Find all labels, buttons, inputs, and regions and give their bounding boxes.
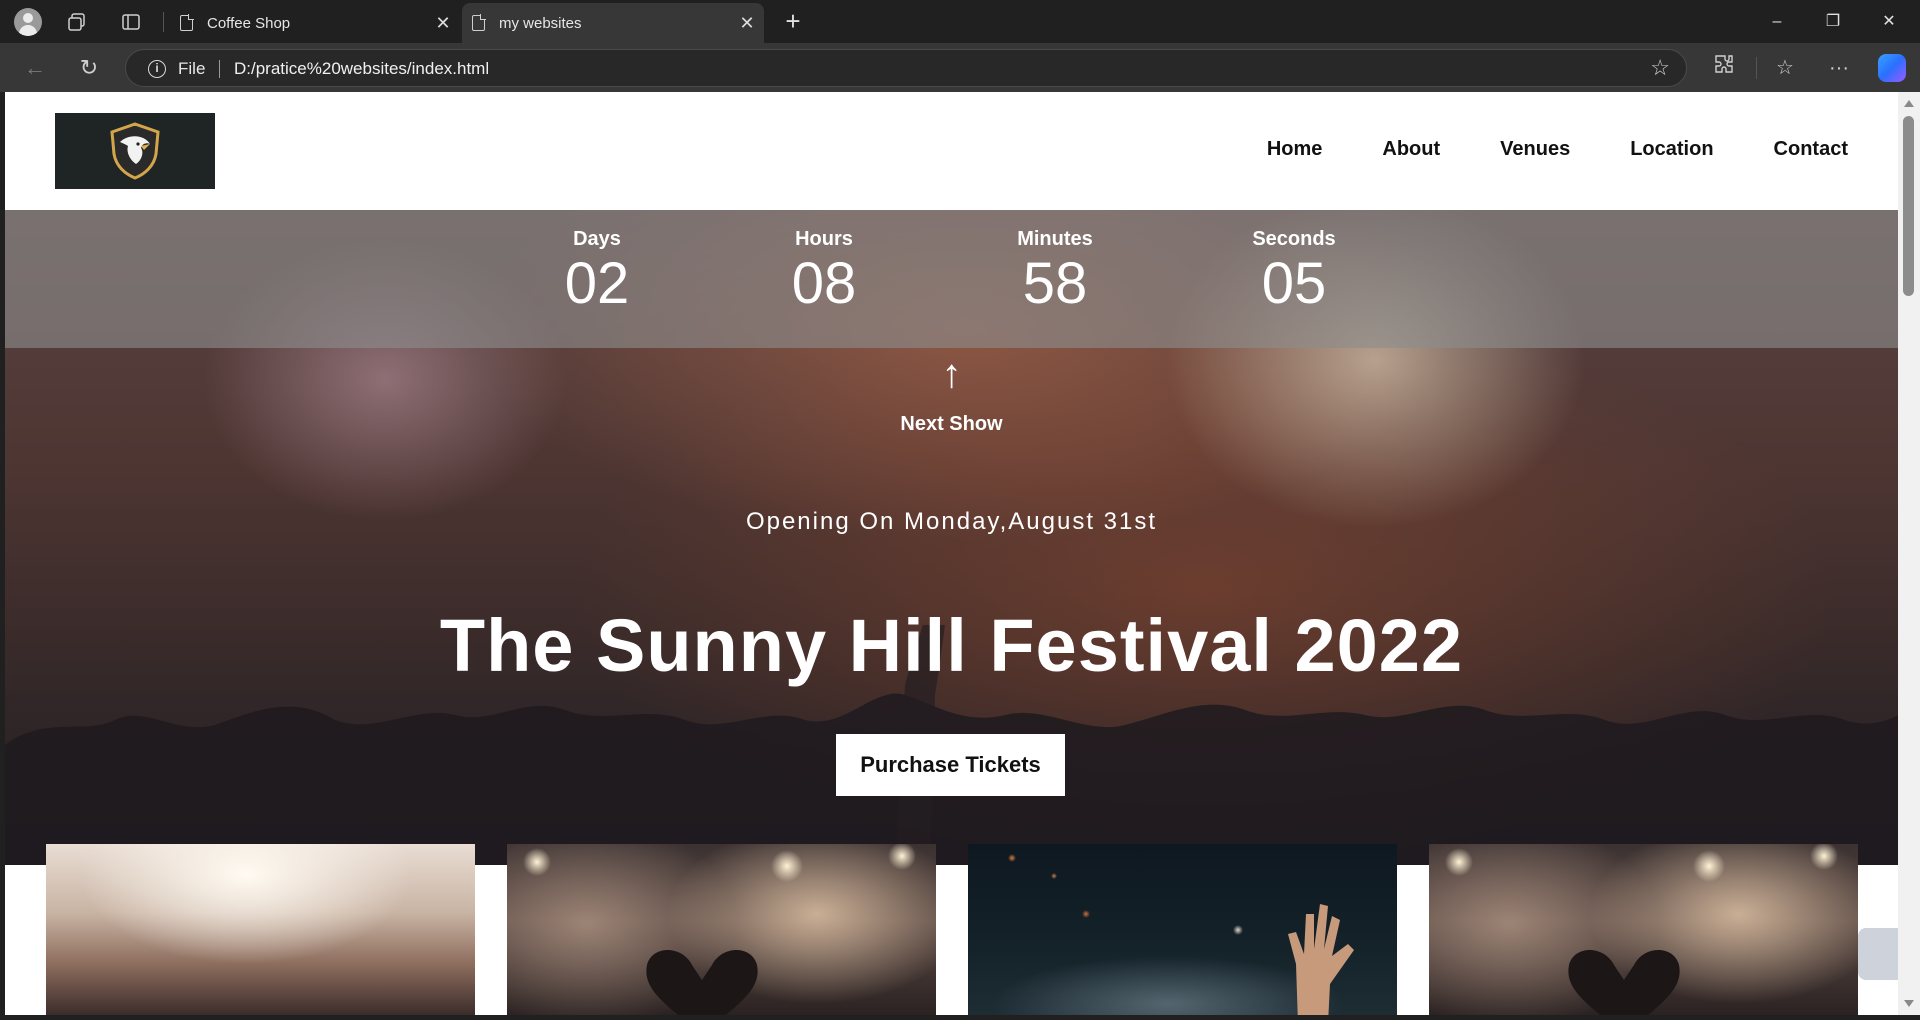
eagle-shield-icon (110, 122, 160, 180)
back-arrow-icon[interactable]: ← (20, 53, 50, 83)
heart-hands-silhouette (646, 950, 758, 1015)
tab-close-icon[interactable]: ✕ (432, 13, 454, 34)
gallery-image-raised-hand[interactable] (968, 844, 1397, 1015)
info-icon[interactable]: i (148, 60, 166, 78)
workspaces-icon[interactable] (64, 9, 90, 35)
heart-hands-silhouette (1568, 950, 1680, 1015)
main-nav: Home About Venues Location Contact (1207, 138, 1848, 161)
url-text[interactable]: D:/pratice%20websites/index.html (234, 59, 489, 79)
refresh-icon[interactable]: ↻ (74, 53, 104, 83)
tab-coffee-shop[interactable]: Coffee Shop ✕ (170, 3, 460, 43)
countdown-value: 02 (564, 251, 630, 316)
hero-title: The Sunny Hill Festival 2022 (439, 604, 1464, 687)
countdown-value: 08 (791, 251, 857, 316)
nav-contact[interactable]: Contact (1774, 138, 1848, 161)
profile-avatar[interactable] (14, 8, 42, 36)
nav-venues[interactable]: Venues (1500, 138, 1570, 161)
countdown-bar: Days 02 Hours 08 Minutes 58 Seconds 05 (5, 210, 1898, 348)
countdown-label: Hours (795, 228, 853, 250)
raised-hand-silhouette (1288, 904, 1354, 1015)
scroll-up-arrow-icon[interactable] (1904, 100, 1914, 107)
nav-home[interactable]: Home (1267, 138, 1323, 161)
countdown-value: 58 (1022, 251, 1088, 316)
page-scrollbar[interactable] (1898, 92, 1920, 1015)
minimize-icon[interactable]: – (1762, 8, 1792, 36)
address-bar[interactable]: i File D:/pratice%20websites/index.html … (125, 49, 1687, 87)
up-arrow-icon: ↑ (941, 352, 962, 396)
scroll-down-arrow-icon[interactable] (1904, 1000, 1914, 1007)
countdown-minutes: Minutes 58 (955, 228, 1155, 315)
site-header: Home About Venues Location Contact (5, 92, 1898, 210)
purchase-tickets-button[interactable]: Purchase Tickets (836, 734, 1065, 796)
restore-icon[interactable]: ❐ (1818, 8, 1848, 36)
nav-location[interactable]: Location (1630, 138, 1713, 161)
tab-actions-icon[interactable] (118, 9, 144, 35)
scheme-label: File (178, 59, 206, 78)
toolbar-divider (1756, 57, 1757, 79)
countdown-label: Days (573, 228, 621, 250)
browser-toolbar: ← ↻ i File D:/pratice%20websites/index.h… (0, 43, 1920, 92)
copilot-icon[interactable] (1878, 54, 1906, 82)
window-close-icon[interactable]: ✕ (1874, 8, 1904, 36)
gallery-image-stage-lights[interactable] (46, 844, 475, 1015)
countdown-hours: Hours 08 (724, 228, 924, 315)
next-show-label: Next Show (900, 413, 1003, 435)
page-icon (472, 14, 486, 31)
more-icon[interactable]: ··· (1824, 53, 1854, 83)
gallery-image-heart-hands[interactable] (1429, 844, 1858, 1015)
favorites-icon[interactable]: ☆ (1770, 53, 1800, 83)
address-divider (219, 60, 220, 78)
tab-title: my websites (499, 14, 582, 32)
nav-about[interactable]: About (1382, 138, 1440, 161)
countdown-label: Seconds (1252, 228, 1336, 250)
countdown-label: Minutes (1017, 228, 1093, 250)
page-viewport: Home About Venues Location Contact Days … (5, 92, 1898, 1015)
favorite-star-icon[interactable]: ☆ (1650, 55, 1670, 81)
site-logo[interactable] (55, 113, 215, 189)
sidebar-toggle-widget[interactable] (1858, 928, 1898, 980)
gallery-image-heart-hands[interactable] (507, 844, 936, 1015)
tab-my-websites[interactable]: my websites ✕ (462, 3, 764, 43)
scroll-thumb[interactable] (1903, 116, 1914, 296)
extensions-icon[interactable] (1709, 53, 1739, 83)
tab-divider (163, 12, 164, 32)
countdown-days: Days 02 (497, 228, 697, 315)
tab-title: Coffee Shop (207, 14, 291, 32)
tab-close-icon[interactable]: ✕ (736, 13, 758, 34)
hero-section: Days 02 Hours 08 Minutes 58 Seconds 05 ↑… (5, 210, 1898, 865)
countdown-seconds: Seconds 05 (1194, 228, 1394, 315)
new-tab-plus-icon[interactable]: + (778, 6, 808, 36)
countdown-value: 05 (1261, 251, 1327, 316)
browser-tab-bar: Coffee Shop ✕ my websites ✕ + – ❐ ✕ (0, 0, 1920, 43)
page-icon (180, 14, 194, 31)
opening-date: Opening On Monday,August 31st (745, 508, 1158, 535)
